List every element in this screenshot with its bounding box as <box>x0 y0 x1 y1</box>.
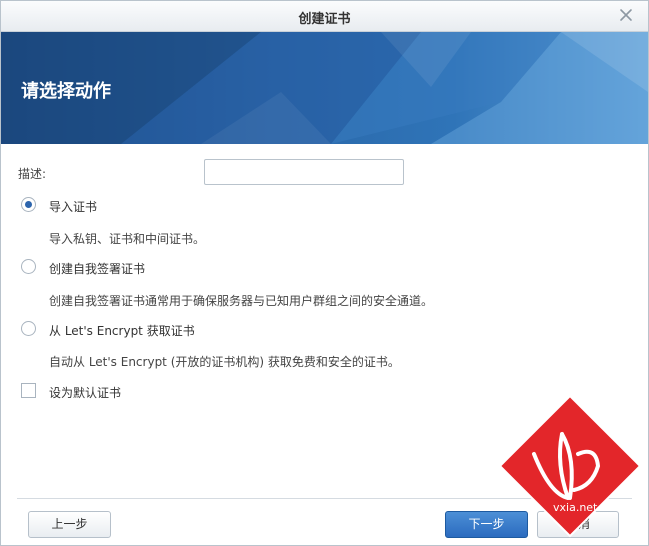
option-label-lets-encrypt[interactable]: 从 Let's Encrypt 获取证书 <box>49 322 195 339</box>
radio-lets-encrypt[interactable] <box>21 321 36 336</box>
dialog-title: 创建证书 <box>298 12 351 27</box>
watermark-text: vxia.net <box>553 501 598 514</box>
description-input[interactable] <box>204 159 404 185</box>
footer-divider <box>17 498 632 499</box>
header-banner: 请选择动作 <box>1 32 648 144</box>
radio-self-signed[interactable] <box>21 259 36 274</box>
description-label: 描述: <box>18 167 47 181</box>
default-certificate-label[interactable]: 设为默认证书 <box>49 384 121 401</box>
option-desc-import: 导入私钥、证书和中间证书。 <box>49 232 206 246</box>
banner-heading: 请选择动作 <box>21 81 111 102</box>
option-desc-self-signed: 创建自我签署证书通常用于确保服务器与已知用户群组之间的安全通道。 <box>49 294 434 308</box>
title-bar: 创建证书 <box>1 1 648 32</box>
previous-button[interactable]: 上一步 <box>28 511 111 538</box>
cancel-button[interactable]: 取消 <box>537 511 619 538</box>
next-button[interactable]: 下一步 <box>445 511 528 538</box>
close-icon[interactable] <box>618 7 634 23</box>
option-label-self-signed[interactable]: 创建自我签署证书 <box>49 260 145 277</box>
create-certificate-dialog: 创建证书 请选择动作 描述: 导入证书 导入私钥、证书和中间证书。 创建自我签署… <box>0 0 649 546</box>
option-label-import[interactable]: 导入证书 <box>49 198 97 215</box>
default-certificate-checkbox[interactable] <box>21 383 36 398</box>
radio-import-certificate[interactable] <box>21 197 36 212</box>
option-desc-lets-encrypt: 自动从 Let's Encrypt (开放的证书机构) 获取免费和安全的证书。 <box>49 355 400 369</box>
